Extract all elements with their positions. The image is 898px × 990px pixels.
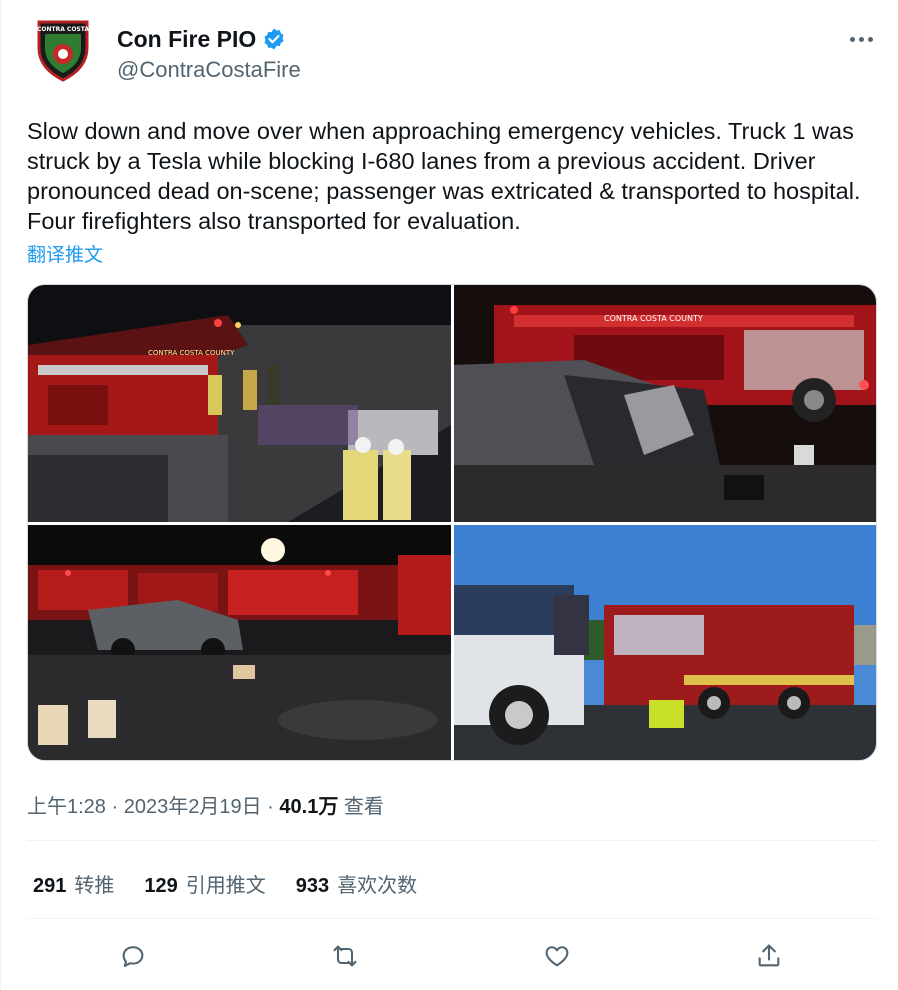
divider: [27, 918, 877, 919]
display-name-text[interactable]: Con Fire PIO: [117, 24, 256, 54]
verified-badge-icon: [264, 28, 284, 50]
contra-costa-fire-logo: CONTRA COSTA: [37, 20, 89, 82]
svg-text:CONTRA COSTA COUNTY: CONTRA COSTA COUNTY: [604, 314, 703, 323]
tweet-date[interactable]: 2023年2月19日: [124, 796, 262, 818]
avatar[interactable]: CONTRA COSTA: [27, 14, 99, 86]
retweets-count: 291: [33, 875, 67, 897]
quotes-label: 引用推文: [185, 875, 266, 897]
quotes-count: 129: [144, 875, 178, 897]
tweet-container: CONTRA COSTA Con Fire PIO @ContraCostaFi…: [0, 0, 898, 990]
author-display-name[interactable]: Con Fire PIO: [117, 24, 301, 54]
photo-4[interactable]: [454, 525, 876, 760]
likes-stat[interactable]: 933 喜欢次数: [296, 869, 417, 898]
meta-separator: ·: [111, 796, 119, 818]
author-handle[interactable]: @ContraCostaFire: [117, 55, 301, 85]
retweets-label: 转推: [74, 875, 115, 897]
photo-1[interactable]: CONTRA COSTA COUNTY: [28, 285, 451, 522]
like-icon[interactable]: [537, 936, 577, 976]
svg-text:CONTRA COSTA COUNTY: CONTRA COSTA COUNTY: [148, 349, 235, 357]
tweet-actions: [27, 930, 877, 980]
tweet-meta: 上午1:28 · 2023年2月19日 · 40.1万 查看: [27, 790, 384, 819]
share-icon[interactable]: [749, 936, 789, 976]
meta-separator: ·: [267, 796, 274, 818]
views-count: 40.1万: [279, 796, 339, 818]
retweet-icon[interactable]: [325, 936, 365, 976]
quotes-stat[interactable]: 129 引用推文: [144, 869, 265, 898]
logo-text: CONTRA COSTA: [37, 26, 89, 33]
retweets-stat[interactable]: 291 转推: [33, 869, 114, 898]
views-label: 查看: [343, 796, 384, 818]
divider: [27, 840, 877, 841]
tweet-text: Slow down and move over when approaching…: [27, 118, 861, 234]
likes-label: 喜欢次数: [337, 875, 418, 897]
photo-2[interactable]: CONTRA COSTA COUNTY: [454, 285, 876, 522]
tweet-stats: 291 转推 129 引用推文 933 喜欢次数: [33, 869, 417, 898]
translate-tweet-link[interactable]: 翻译推文: [27, 240, 103, 267]
media-grid: CONTRA COSTA COUNTY CONTRA COSTA COUNTY: [27, 284, 877, 761]
more-icon[interactable]: [846, 24, 876, 54]
likes-count: 933: [295, 875, 330, 897]
reply-icon[interactable]: [113, 936, 153, 976]
tweet-time[interactable]: 上午1:28: [27, 796, 106, 818]
photo-3[interactable]: [28, 525, 451, 760]
